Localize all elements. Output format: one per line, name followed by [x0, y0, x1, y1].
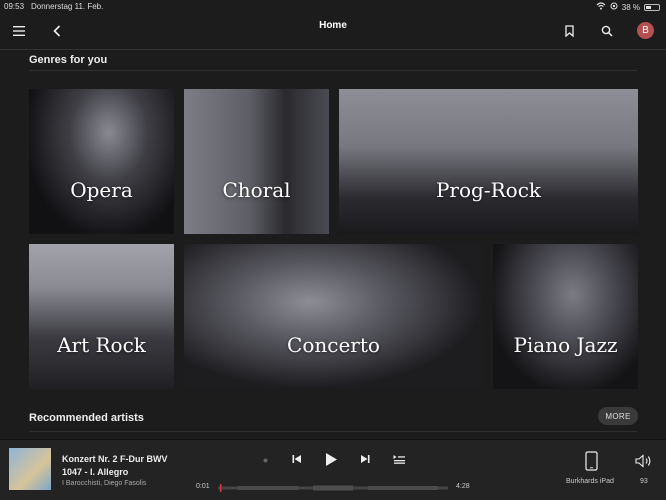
- genre-label: Prog-Rock: [435, 178, 542, 202]
- play-icon[interactable]: [322, 450, 340, 468]
- genre-tile-art-rock[interactable]: Art Rock: [29, 244, 174, 389]
- genre-tile-prog-rock[interactable]: Prog-Rock: [339, 89, 638, 234]
- recommended-section-title: Recommended artists: [29, 412, 144, 424]
- genre-image: [184, 244, 483, 389]
- tablet-device-icon[interactable]: [583, 450, 599, 472]
- genre-label: Concerto: [287, 333, 380, 357]
- output-device-name[interactable]: Burkhards iPad: [566, 478, 614, 485]
- genres-section-title: Genres for you: [29, 54, 108, 66]
- genre-tile-opera[interactable]: Opera: [29, 89, 174, 234]
- genre-image: [339, 89, 638, 234]
- genre-tile-concerto[interactable]: Concerto: [184, 244, 483, 389]
- genre-image: [29, 244, 174, 389]
- status-right: 38 %: [596, 2, 660, 12]
- status-date: Donnerstag 11. Feb.: [31, 2, 104, 11]
- track-artist[interactable]: I Barocchisti, Diego Fasolis: [62, 480, 146, 487]
- more-button[interactable]: MORE: [598, 407, 638, 425]
- album-cover[interactable]: [9, 448, 51, 490]
- shuffle-dot-icon[interactable]: [260, 454, 270, 466]
- track-title-line1[interactable]: Konzert Nr. 2 F-Dur BWV: [62, 454, 168, 464]
- genre-label: Art Rock: [57, 333, 146, 357]
- user-avatar[interactable]: B: [637, 22, 654, 39]
- previous-icon[interactable]: [290, 452, 304, 466]
- now-playing-bar: Konzert Nr. 2 F-Dur BWV 1047 - I. Allegr…: [0, 439, 666, 500]
- genre-label: Opera: [70, 178, 133, 202]
- section-divider: [29, 70, 637, 71]
- status-bar: 09:53 Donnerstag 11. Feb. 38 %: [0, 0, 666, 14]
- genre-tile-piano-jazz[interactable]: Piano Jazz: [493, 244, 638, 389]
- search-icon[interactable]: [598, 22, 616, 40]
- top-nav-bar: Home B: [0, 14, 666, 50]
- genre-tile-choral[interactable]: Choral: [184, 89, 329, 234]
- genre-label: Choral: [222, 178, 291, 202]
- elapsed-time: 0:01: [196, 483, 210, 490]
- genre-image: [184, 89, 329, 234]
- duration-time: 4:28: [456, 483, 470, 490]
- progress-waveform[interactable]: [218, 484, 448, 492]
- queue-icon[interactable]: [392, 452, 406, 466]
- bookmark-icon[interactable]: [560, 22, 578, 40]
- volume-value: 93: [640, 478, 648, 485]
- status-time: 09:53: [4, 2, 25, 11]
- orientation-lock-icon: [610, 2, 618, 12]
- track-title-line2[interactable]: 1047 - I. Allegro: [62, 467, 128, 477]
- genre-image: [29, 89, 174, 234]
- section-divider: [29, 431, 637, 432]
- wifi-icon: [596, 2, 606, 12]
- battery-icon: [644, 3, 660, 11]
- genre-image: [493, 244, 638, 389]
- battery-percent: 38 %: [621, 2, 640, 12]
- genre-label: Piano Jazz: [513, 333, 618, 357]
- volume-icon[interactable]: [634, 452, 654, 470]
- next-icon[interactable]: [358, 452, 372, 466]
